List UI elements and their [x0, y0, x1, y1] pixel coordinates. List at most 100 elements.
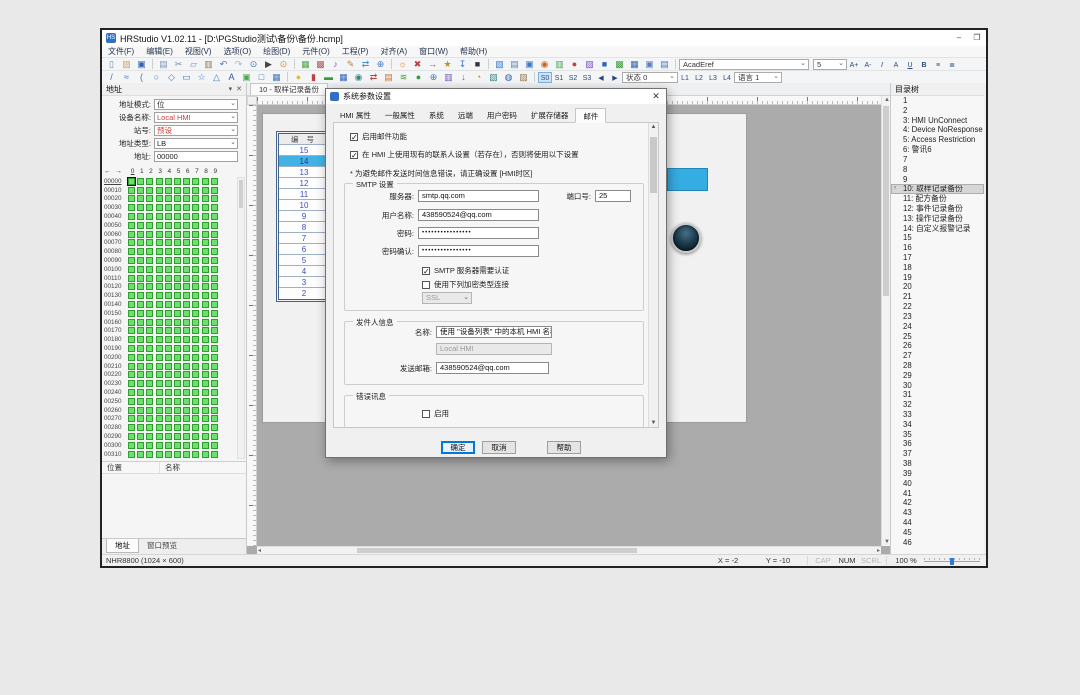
bit-cell[interactable]	[174, 398, 181, 405]
panel-2-icon[interactable]: ▤	[507, 58, 522, 70]
ok-button[interactable]: 确定	[441, 441, 475, 454]
elem-flow-icon[interactable]: ⇄	[366, 71, 381, 83]
table-row[interactable]: 12	[279, 178, 329, 189]
dialog-tab-item[interactable]: 用户密码	[480, 108, 524, 122]
bit-cell[interactable]	[183, 442, 190, 449]
tree-item-22[interactable]: 22	[891, 302, 984, 312]
bit-cell[interactable]	[128, 187, 135, 194]
bit-cell[interactable]	[146, 407, 153, 414]
bit-cell[interactable]	[128, 327, 135, 334]
text-style-B-button[interactable]: B	[917, 59, 931, 70]
draw-arc-icon[interactable]: (	[134, 71, 149, 83]
bit-cell[interactable]	[146, 319, 153, 326]
bit-cell[interactable]	[202, 275, 209, 282]
bit-cell[interactable]	[202, 345, 209, 352]
bit-cell[interactable]	[137, 354, 144, 361]
bit-cell[interactable]	[211, 222, 218, 229]
password-input[interactable]: ••••••••••••••••	[418, 227, 539, 239]
bit-cell[interactable]	[202, 363, 209, 370]
bit-cell[interactable]	[128, 319, 135, 326]
bit-cell[interactable]	[128, 222, 135, 229]
bit-cell[interactable]	[156, 398, 163, 405]
bit-cell[interactable]	[137, 442, 144, 449]
bit-cell[interactable]	[202, 398, 209, 405]
bit-cell[interactable]	[202, 187, 209, 194]
bit-cell[interactable]	[137, 231, 144, 238]
bit-cell[interactable]	[165, 239, 172, 246]
tree-item-28[interactable]: 28	[891, 361, 984, 371]
tree-item-45[interactable]: 45	[891, 528, 984, 538]
checkbox-unchecked-icon[interactable]	[422, 410, 430, 418]
language-combo[interactable]: 语言 1	[734, 72, 782, 83]
bit-cell[interactable]	[183, 345, 190, 352]
bit-cell[interactable]	[183, 187, 190, 194]
bit-cell[interactable]	[211, 451, 218, 458]
bit-cell[interactable]	[128, 257, 135, 264]
bit-cell[interactable]	[165, 195, 172, 202]
bit-cell[interactable]	[202, 283, 209, 290]
bit-cell[interactable]	[128, 345, 135, 352]
state-next-button[interactable]: ▶	[608, 72, 622, 83]
bit-cell[interactable]	[174, 310, 181, 317]
scroll-left-icon[interactable]: ◂	[258, 547, 261, 554]
tree-item-30[interactable]: 30	[891, 381, 984, 391]
bit-cell[interactable]	[165, 301, 172, 308]
stop-icon[interactable]: ■	[470, 58, 485, 70]
bit-cell[interactable]	[128, 433, 135, 440]
bit-cell[interactable]	[174, 442, 181, 449]
bit-cell[interactable]	[211, 266, 218, 273]
redo-icon[interactable]: ↷	[231, 58, 246, 70]
bit-cell[interactable]	[137, 204, 144, 211]
bit-cell[interactable]	[211, 275, 218, 282]
table-row[interactable]: 6	[279, 244, 329, 255]
bit-cell[interactable]	[137, 398, 144, 405]
bit-cell[interactable]	[174, 266, 181, 273]
bit-cell[interactable]	[165, 257, 172, 264]
tree-item-27[interactable]: 27	[891, 351, 984, 361]
font-size-combo[interactable]: 5	[813, 59, 847, 70]
bit-cell[interactable]	[192, 239, 199, 246]
error-enable-checkbox-row[interactable]: 启用	[422, 408, 449, 419]
menu-o[interactable]: 元件(O)	[296, 46, 336, 57]
bit-cell[interactable]	[156, 451, 163, 458]
bit-cell[interactable]	[137, 433, 144, 440]
menu-e[interactable]: 编辑(E)	[140, 46, 179, 57]
table-row[interactable]: 13	[279, 167, 329, 178]
tree-item-31[interactable]: 31	[891, 390, 984, 400]
bit-cell[interactable]	[174, 319, 181, 326]
bit-cell[interactable]	[137, 266, 144, 273]
tree-item-10[interactable]: ›10: 取样记录备份	[891, 184, 984, 194]
bit-cell[interactable]	[174, 380, 181, 387]
bit-cell[interactable]	[174, 336, 181, 343]
dock-tab-address[interactable]: 地址	[106, 539, 139, 553]
draw-curve-icon[interactable]: ≈	[119, 71, 134, 83]
dialog-tab-item[interactable]: 一般属性	[378, 108, 422, 122]
bit-cell[interactable]	[183, 283, 190, 290]
bit-cell[interactable]	[192, 301, 199, 308]
bit-cell[interactable]	[146, 222, 153, 229]
bit-cell[interactable]	[192, 345, 199, 352]
cut-icon[interactable]: ✂	[171, 58, 186, 70]
tree-item-32[interactable]: 32	[891, 400, 984, 410]
bit-cell[interactable]	[156, 327, 163, 334]
bit-cell[interactable]	[146, 292, 153, 299]
bit-cell[interactable]	[202, 310, 209, 317]
panel-11-icon[interactable]: ▣	[642, 58, 657, 70]
smtp-auth-checkbox-row[interactable]: ✓ SMTP 服务器需要认证	[422, 265, 509, 276]
bit-cell[interactable]	[183, 292, 190, 299]
paste-icon[interactable]: ▥	[201, 58, 216, 70]
lang-l2-button[interactable]: L2	[692, 72, 706, 83]
field-select[interactable]: 位	[154, 99, 238, 110]
lang-l3-button[interactable]: L3	[706, 72, 720, 83]
bit-cell[interactable]	[156, 292, 163, 299]
menu-p[interactable]: 工程(P)	[336, 46, 375, 57]
state-prev-button[interactable]: ◀	[594, 72, 608, 83]
bit-cell[interactable]	[156, 433, 163, 440]
bit-cell[interactable]	[156, 415, 163, 422]
bit-cell[interactable]	[165, 327, 172, 334]
bit-cell[interactable]	[146, 187, 153, 194]
elem-gauge-icon[interactable]: ◔	[471, 71, 486, 83]
bit-cell[interactable]	[183, 301, 190, 308]
panel-5-icon[interactable]: ▥	[552, 58, 567, 70]
panel-10-icon[interactable]: ▦	[627, 58, 642, 70]
